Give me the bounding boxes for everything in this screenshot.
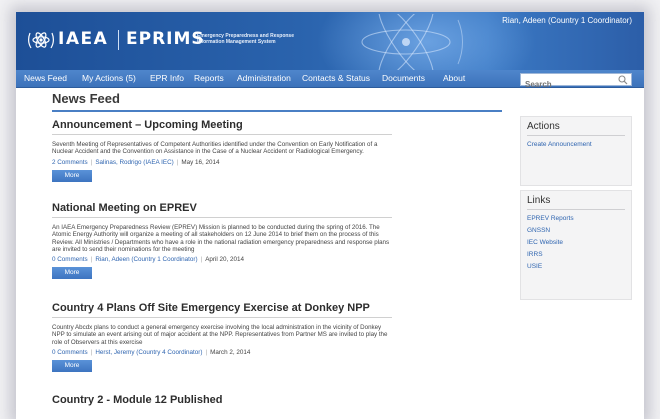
nav-epr-info[interactable]: EPR Info	[150, 73, 184, 83]
news-post: National Meeting on EPREV An IAEA Emerge…	[52, 202, 412, 280]
link-gnssn[interactable]: GNSSN	[527, 227, 550, 234]
iaea-emblem-icon	[28, 32, 54, 49]
news-post: Country 4 Plans Off Site Emergency Exerc…	[52, 302, 412, 372]
post-divider	[52, 134, 392, 135]
search-input[interactable]	[521, 79, 617, 90]
nav-my-actions[interactable]: My Actions (5)	[82, 73, 136, 83]
post-body: Seventh Meeting of Representatives of Co…	[52, 141, 378, 156]
link-irrs[interactable]: IRRS	[527, 251, 543, 258]
title-divider	[52, 110, 502, 112]
post-body: An IAEA Emergency Preparedness Review (E…	[52, 224, 390, 253]
links-divider	[527, 209, 625, 210]
actions-title: Actions	[527, 121, 560, 132]
org-logo-text: IAEA	[58, 29, 109, 49]
post-date: April 20, 2014	[205, 256, 245, 264]
nav-documents[interactable]: Documents	[382, 73, 425, 83]
app-window: IAEA EPRIMS Emergency Preparedness and R…	[16, 12, 644, 419]
app-logo-text: EPRIMS	[126, 29, 205, 49]
post-meta: 0 Comments | Herst, Jeremy (Country 4 Coor…	[52, 348, 251, 356]
post-comments-link[interactable]: 0 Comments	[52, 349, 88, 356]
news-post: Announcement – Upcoming Meeting Seventh …	[52, 119, 412, 182]
nav-administration[interactable]: Administration	[237, 73, 291, 83]
post-title[interactable]: Announcement – Upcoming Meeting	[52, 119, 412, 131]
nav-about[interactable]: About	[443, 73, 465, 83]
actions-divider	[527, 135, 625, 136]
more-button[interactable]: More	[52, 267, 92, 280]
post-title[interactable]: Country 4 Plans Off Site Emergency Exerc…	[52, 302, 412, 314]
search-box[interactable]	[520, 73, 632, 90]
post-author-link[interactable]: Herst, Jeremy (Country 4 Coordinator)	[95, 349, 202, 356]
links-title: Links	[527, 195, 551, 206]
header-banner: IAEA EPRIMS Emergency Preparedness and R…	[16, 12, 644, 70]
post-author-link[interactable]: Rian, Adeen (Country 1 Coordinator)	[95, 256, 197, 263]
more-button[interactable]: More	[52, 359, 92, 372]
tagline-line-2: Information Management System	[197, 39, 276, 45]
current-user[interactable]: Rian, Adeen (Country 1 Coordinator)	[502, 16, 632, 25]
page-title: News Feed	[52, 91, 120, 106]
main-nav: News Feed My Actions (5) EPR Info Report…	[16, 70, 644, 90]
post-title[interactable]: Country 2 - Module 12 Published	[52, 394, 412, 406]
post-author-link[interactable]: Salinas, Rodrigo (IAEA IEC)	[95, 159, 173, 166]
post-title[interactable]: National Meeting on EPREV	[52, 202, 412, 214]
more-button[interactable]: More	[52, 169, 92, 182]
link-iec-website[interactable]: IEC Website	[527, 239, 563, 246]
post-comments-link[interactable]: 0 Comments	[52, 256, 88, 263]
nav-news-feed[interactable]: News Feed	[24, 73, 67, 83]
post-date: March 2, 2014	[210, 348, 251, 356]
post-meta: 2 Comments | Salinas, Rodrigo (IAEA IEC) | M…	[52, 158, 220, 166]
post-comments-link[interactable]: 2 Comments	[52, 159, 88, 166]
post-date: May 16, 2014	[181, 158, 220, 166]
logo-divider	[118, 30, 119, 50]
news-post: Country 2 - Module 12 Published	[52, 394, 412, 406]
nav-reports[interactable]: Reports	[194, 73, 224, 83]
app-tagline: Emergency Preparedness and Response Info…	[197, 33, 317, 45]
search-icon[interactable]	[618, 75, 628, 85]
post-meta: 0 Comments | Rian, Adeen (Country 1 Coordi…	[52, 256, 245, 264]
create-announcement-link[interactable]: Create Announcement	[527, 141, 592, 148]
post-divider	[52, 317, 392, 318]
post-body: Country Abcdx plans to conduct a general…	[52, 324, 388, 346]
atom-graphic-icon	[361, 14, 463, 70]
news-feed-panel: News Feed Announcement – Upcoming Meetin…	[52, 88, 504, 419]
actions-panel: Actions Create Announcement	[520, 116, 632, 186]
post-divider	[52, 217, 392, 218]
link-usie[interactable]: USIE	[527, 263, 542, 270]
links-panel: Links EPREV Reports GNSSN IEC Website IR…	[520, 190, 632, 300]
nav-contacts-status[interactable]: Contacts & Status	[302, 73, 370, 83]
link-eprev-reports[interactable]: EPREV Reports	[527, 215, 574, 222]
